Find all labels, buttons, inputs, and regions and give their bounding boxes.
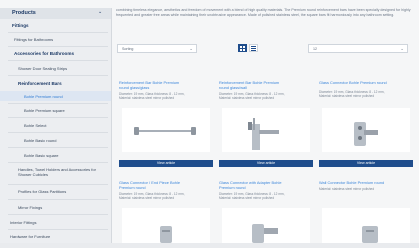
sidebar-item-premium-round[interactable]: Bohle Premium round <box>24 94 63 99</box>
grid-view-button[interactable] <box>238 44 247 52</box>
sidebar-header[interactable]: Products ⌄ <box>0 8 111 19</box>
card-title-line2[interactable]: round glass/glass <box>119 85 149 91</box>
sidebar-item-interior-fittings[interactable]: Interior Fittings <box>10 220 36 225</box>
sidebar-item-profiles[interactable]: Profiles for Glass Partitions <box>18 189 66 194</box>
sidebar-item-basic-square[interactable]: Bohle Basic square <box>24 153 58 158</box>
chevron-down-icon: ⌄ <box>400 46 404 51</box>
list-view-button[interactable] <box>249 44 258 52</box>
sidebar-item-reinforcement-bars[interactable]: Reinforcement Bars <box>18 81 62 86</box>
divider <box>8 199 108 200</box>
divider <box>8 75 108 76</box>
divider <box>8 147 108 148</box>
view-article-button[interactable]: View article <box>119 160 213 167</box>
card-title-line2[interactable]: Premium round <box>119 185 146 191</box>
sort-select-value: Sorting <box>122 47 134 51</box>
reinforcement-bar-image <box>134 127 196 135</box>
divider <box>8 214 108 215</box>
divider <box>8 60 108 61</box>
per-page-value: 12 <box>313 47 317 51</box>
product-image[interactable] <box>122 108 210 152</box>
adapter-connector-image <box>252 224 278 243</box>
product-image[interactable] <box>222 208 310 243</box>
end-piece-image <box>160 226 172 243</box>
divider <box>8 103 108 104</box>
page: Products ⌄ Fittings Fittings for Bathroo… <box>0 0 419 243</box>
divider <box>8 162 108 163</box>
sidebar: Products ⌄ Fittings Fittings for Bathroo… <box>0 8 112 243</box>
sidebar-item-select[interactable]: Bohle Select <box>24 123 46 128</box>
sort-select[interactable]: Sorting ⌄ <box>117 44 197 53</box>
divider <box>8 46 108 47</box>
wall-connector-image <box>362 226 378 243</box>
card-description: Material: stainless steel mirror polishe… <box>319 94 375 98</box>
chevron-down-icon: ⌄ <box>98 9 103 15</box>
card-description: Material: stainless steel mirror polishe… <box>119 196 175 200</box>
product-image[interactable] <box>322 108 410 152</box>
per-page-select[interactable]: 12 ⌄ <box>308 44 408 53</box>
category-description: combining timeless elegance, aesthetics … <box>116 8 411 17</box>
divider <box>8 32 108 33</box>
glass-connector-image <box>354 122 378 146</box>
divider <box>8 117 108 118</box>
card-title[interactable]: Wall Connector Bohle Premium round <box>319 180 384 186</box>
sidebar-item-premium-square[interactable]: Bohle Premium square <box>24 108 65 113</box>
sidebar-header-label: Products <box>12 10 36 16</box>
card-title-line2[interactable]: round glass/wall <box>219 85 247 91</box>
sidebar-item-hardware-furniture[interactable]: Hardware for Furniture <box>10 234 50 239</box>
divider <box>8 229 108 230</box>
sidebar-item-fittings[interactable]: Fittings <box>12 23 29 28</box>
view-article-button[interactable]: View article <box>319 160 413 167</box>
card-title-line2[interactable]: Premium round <box>219 185 246 191</box>
card-description: Material: stainless steel mirror polishe… <box>319 187 375 191</box>
chevron-down-icon: ⌄ <box>189 46 193 51</box>
card-title[interactable]: Glass Connector Bohle Premium round <box>319 80 387 86</box>
card-description: Material: stainless steel mirror polishe… <box>219 96 275 100</box>
sidebar-item-fittings-bathrooms[interactable]: Fittings for Bathrooms <box>14 37 53 42</box>
divider <box>8 184 108 185</box>
sidebar-item-accessories-bathrooms[interactable]: Accessories for Bathrooms <box>14 51 74 56</box>
product-image[interactable] <box>222 108 310 152</box>
sidebar-item-mirror-fixings[interactable]: Mirror Fixings <box>18 205 42 210</box>
sidebar-item-basic-round[interactable]: Bohle Basic round <box>24 138 56 143</box>
view-article-button[interactable]: View article <box>219 160 313 167</box>
card-description: Material: stainless steel mirror polishe… <box>119 96 175 100</box>
product-image[interactable] <box>122 208 210 243</box>
product-image[interactable] <box>322 208 410 243</box>
sidebar-item-sealing-strips[interactable]: Shower Door Sealing Strips <box>18 66 67 71</box>
sidebar-item-handles[interactable]: Handles, Towel Holders and Accessories f… <box>18 167 106 177</box>
main-content: combining timeless elegance, aesthetics … <box>112 0 419 243</box>
card-description: Material: stainless steel mirror polishe… <box>219 196 275 200</box>
reinforcement-bar-wall-image <box>248 118 279 150</box>
divider <box>8 132 108 133</box>
